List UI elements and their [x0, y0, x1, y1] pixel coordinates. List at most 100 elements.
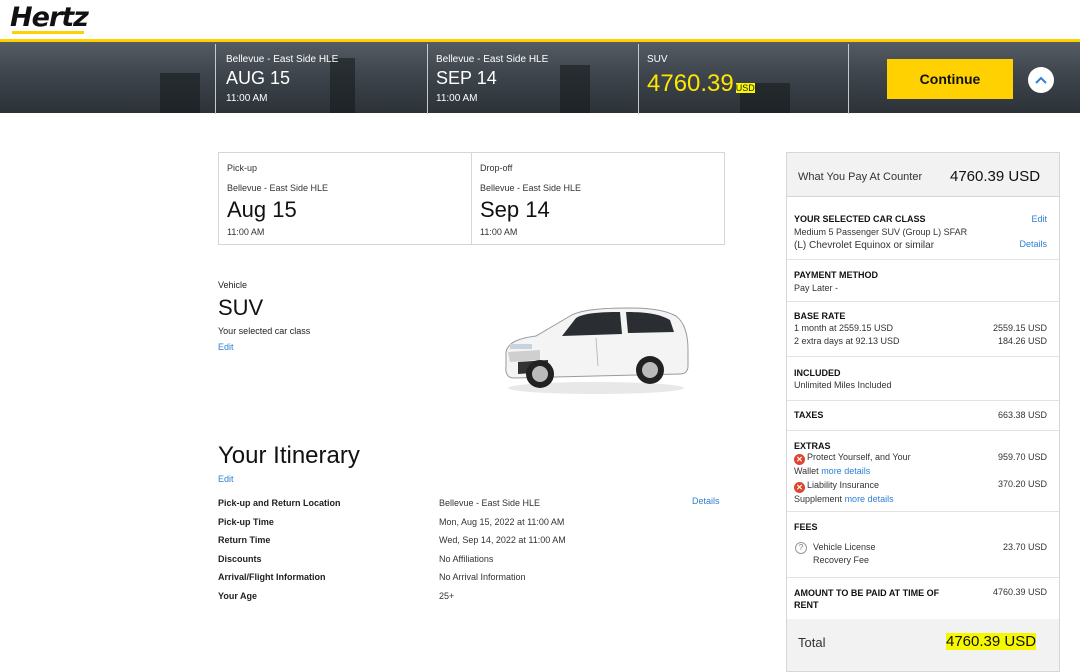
dropoff-location: Bellevue - East Side HLE [480, 183, 582, 193]
amount-due-heading-line: AMOUNT TO BE PAID AT TIME OF [794, 588, 940, 598]
extra-item-line: Wallet [794, 466, 819, 476]
summary-header: What You Pay At Counter 4760.39 USD [787, 153, 1059, 197]
itinerary-key: Your Age [218, 591, 258, 601]
pickup-label: Pick-up [227, 163, 258, 173]
remove-icon[interactable]: ✕ [794, 454, 805, 465]
base-rate-amount: 2559.15 USD [992, 323, 1047, 333]
itinerary-value: Mon, Aug 15, 2022 at 11:00 AM [439, 517, 565, 527]
fee-label-line: Recovery Fee [813, 555, 870, 565]
extras-heading: EXTRAS [794, 441, 831, 451]
background-building [160, 73, 200, 113]
itinerary-details-link[interactable]: Details [692, 496, 720, 506]
dropoff-time: 11:00 AM [436, 93, 478, 104]
white-suv-image [500, 300, 692, 395]
divider [427, 44, 428, 114]
extra-item: ✕ Liability Insurance Supplement more det… [794, 479, 894, 506]
fee-label: Vehicle License Recovery Fee [813, 541, 876, 567]
continue-button[interactable]: Continue [887, 59, 1013, 99]
dropoff-date: Sep 14 [480, 197, 550, 222]
base-rate-amount: 184.26 USD [997, 336, 1047, 346]
extra-amount: 370.20 USD [997, 479, 1047, 489]
itinerary-value: No Affiliations [439, 554, 494, 564]
base-rate-line: 2 extra days at 92.13 USD [794, 336, 900, 346]
itinerary-row: Pick-up and Return Location Bellevue - E… [218, 496, 728, 512]
topbar-pickup[interactable]: Bellevue - East Side HLE AUG 15 11:00 AM [226, 42, 416, 113]
help-icon[interactable]: ? [795, 542, 807, 554]
payment-value: Pay Later - [794, 283, 839, 293]
vehicle-name: SUV [218, 295, 264, 320]
itinerary-value: Wed, Sep 14, 2022 at 11:00 AM [439, 535, 566, 545]
total-value: 4760.39 USD [946, 633, 1037, 650]
car-class-line: Medium 5 Passenger SUV (Group L) SFAR [794, 227, 968, 237]
topbar-price: 4760.39 USD [647, 70, 755, 98]
itinerary-key: Pick-up Time [218, 517, 274, 527]
dropoff-date: SEP 14 [436, 68, 497, 88]
itinerary-value: Bellevue - East Side HLE [439, 498, 541, 508]
taxes-section: TAXES 663.38 USD [787, 401, 1059, 431]
car-class-section: YOUR SELECTED CAR CLASS Medium 5 Passeng… [787, 198, 1059, 260]
pickup-date: AUG 15 [226, 68, 291, 88]
chevron-up-icon[interactable] [1028, 67, 1054, 93]
pickup-date: Aug 15 [227, 197, 297, 222]
amount-due-heading-line: RENT [794, 600, 819, 610]
extra-item: ✕ Protect Yourself, and Your Wallet more … [794, 451, 911, 478]
base-rate-line: 1 month at 2559.15 USD [794, 323, 894, 333]
extra-item-line: Supplement [794, 494, 843, 504]
logo-underline [12, 31, 84, 34]
payment-heading: PAYMENT METHOD [794, 270, 879, 280]
divider [215, 44, 216, 114]
base-rate-heading: BASE RATE [794, 311, 846, 321]
fees-heading: FEES [794, 522, 818, 532]
vehicle-edit-link[interactable]: Edit [218, 342, 234, 352]
reservation-summary-bar: Bellevue - East Side HLE AUG 15 11:00 AM… [0, 39, 1080, 114]
dropoff-label: Drop-off [480, 163, 513, 173]
itinerary-row: Your Age 25+ [218, 591, 728, 605]
fee-amount: 23.70 USD [1002, 542, 1047, 552]
topbar-dropoff[interactable]: Bellevue - East Side HLE SEP 14 11:00 AM [436, 42, 626, 113]
itinerary-value: No Arrival Information [439, 572, 526, 582]
price-currency: USD [735, 83, 755, 93]
itinerary-key: Pick-up and Return Location [218, 498, 341, 508]
pickup-location: Bellevue - East Side HLE [226, 54, 339, 65]
car-class-details-link[interactable]: Details [1019, 239, 1047, 249]
itinerary-edit-link[interactable]: Edit [218, 474, 234, 484]
itinerary-value: 25+ [439, 591, 455, 601]
dropoff-location: Bellevue - East Side HLE [436, 54, 549, 65]
divider [848, 44, 849, 114]
itinerary-key: Arrival/Flight Information [218, 572, 326, 582]
vehicle-label: Vehicle [218, 280, 248, 290]
logo-text: Hertz [10, 2, 89, 33]
pickup-location: Bellevue - East Side HLE [227, 183, 329, 193]
price-summary-panel: What You Pay At Counter 4760.39 USD YOUR… [786, 152, 1060, 672]
extra-item-line: Protect Yourself, and Your [807, 452, 911, 462]
car-class-edit-link[interactable]: Edit [1031, 214, 1047, 224]
itinerary-title: Your Itinerary [218, 442, 360, 469]
topbar-vehicle[interactable]: SUV 4760.39 USD [639, 42, 847, 113]
amount-due-heading: AMOUNT TO BE PAID AT TIME OF RENT [794, 587, 939, 611]
itinerary-key: Discounts [218, 554, 262, 564]
extra-item-line: Liability Insurance [807, 480, 880, 490]
pickup-time: 11:00 AM [227, 227, 265, 237]
extra-more-details-link[interactable]: more details [821, 466, 870, 476]
vehicle-subtitle: Your selected car class [218, 326, 311, 336]
price-value: 4760.39 [647, 70, 734, 97]
fee-label-line: Vehicle License [813, 542, 876, 552]
total-label: Total [798, 635, 826, 650]
pickup-panel[interactable]: Pick-up Bellevue - East Side HLE Aug 15 … [219, 153, 472, 244]
itinerary-row: Return Time Wed, Sep 14, 2022 at 11:00 A… [218, 535, 728, 549]
itinerary-row: Arrival/Flight Information No Arrival In… [218, 572, 728, 586]
car-class-heading: YOUR SELECTED CAR CLASS [794, 214, 926, 224]
extra-more-details-link[interactable]: more details [845, 494, 894, 504]
car-class-model: (L) Chevrolet Equinox or similar [794, 240, 935, 251]
remove-icon[interactable]: ✕ [794, 482, 805, 493]
itinerary-key: Return Time [218, 535, 271, 545]
amount-due-value: 4760.39 USD [992, 587, 1047, 597]
included-value: Unlimited Miles Included [794, 380, 892, 390]
included-section: INCLUDED Unlimited Miles Included [787, 357, 1059, 401]
included-heading: INCLUDED [794, 368, 841, 378]
payment-section: PAYMENT METHOD Pay Later - [787, 260, 1059, 302]
pickup-time: 11:00 AM [226, 93, 268, 104]
dropoff-panel[interactable]: Drop-off Bellevue - East Side HLE Sep 14… [472, 153, 724, 244]
dropoff-time: 11:00 AM [480, 227, 518, 237]
itinerary-row: Discounts No Affiliations [218, 554, 728, 568]
